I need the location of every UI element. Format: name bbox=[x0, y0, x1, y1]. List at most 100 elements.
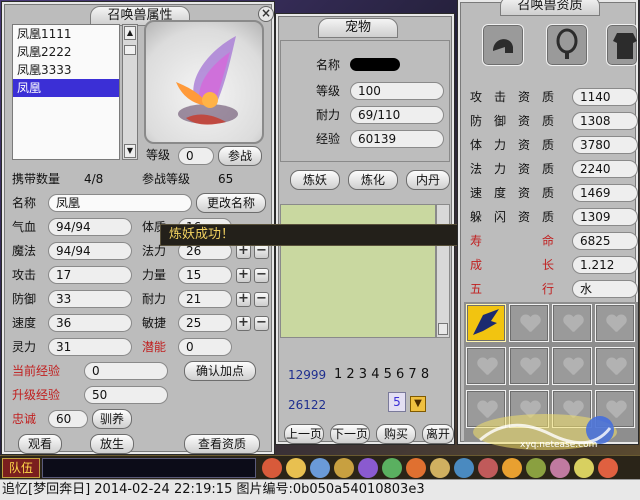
carry-count-label: 携带数量 bbox=[12, 172, 61, 186]
game-logo: xyq.netease.com bbox=[470, 410, 620, 452]
aptitude-defense-field: 1308 bbox=[572, 112, 638, 130]
empty-slot-icon bbox=[563, 358, 583, 376]
empty-slot-icon bbox=[477, 358, 497, 376]
armor-icon bbox=[613, 33, 637, 59]
page-dropdown-button[interactable]: ▼ bbox=[410, 396, 426, 412]
level-label: 等级 bbox=[146, 148, 171, 162]
aptitude-attack-label: 攻击资质 bbox=[470, 90, 567, 104]
summon-list-scrollbar[interactable]: ▲ ▼ bbox=[122, 24, 138, 160]
battle-button[interactable]: 参战 bbox=[218, 146, 262, 166]
stat-spirit-field: 31 bbox=[48, 338, 132, 356]
aptitude-magic-field: 2240 bbox=[572, 160, 638, 178]
magic-plus-button[interactable]: + bbox=[236, 244, 251, 259]
toolbar-icon[interactable] bbox=[430, 458, 450, 478]
skill-slot[interactable] bbox=[595, 347, 635, 385]
stat-mp-field: 94/94 bbox=[48, 242, 132, 260]
chat-input[interactable] bbox=[42, 458, 256, 478]
agility-plus-button[interactable]: + bbox=[236, 316, 251, 331]
toolbar-icon[interactable] bbox=[502, 458, 522, 478]
buy-button[interactable]: 购买 bbox=[376, 424, 416, 444]
stat-attack-label: 攻击 bbox=[12, 268, 37, 282]
count-value-2: 26122 bbox=[288, 398, 327, 412]
summon-aptitude-title: 召唤兽资质 bbox=[500, 0, 600, 16]
stat-defense-label: 防御 bbox=[12, 292, 37, 306]
tame-button[interactable]: 驯养 bbox=[92, 409, 132, 429]
stat-speed-field: 36 bbox=[48, 314, 132, 332]
skill-slot[interactable] bbox=[466, 304, 506, 342]
summon-list-item[interactable]: 凤凰1111 bbox=[13, 25, 119, 43]
element-field: 水 bbox=[572, 280, 638, 298]
leave-button[interactable]: 离开 bbox=[422, 424, 454, 444]
carry-count-value: 4/8 bbox=[84, 172, 104, 186]
toolbar-icon[interactable] bbox=[526, 458, 546, 478]
view-aptitude-button[interactable]: 查看资质 bbox=[184, 434, 260, 454]
toolbar-icon[interactable] bbox=[406, 458, 426, 478]
upgrade-exp-field: 50 bbox=[84, 386, 168, 404]
summon-list[interactable]: 凤凰1111 凤凰2222 凤凰3333 凤凰 bbox=[12, 24, 120, 160]
stat-speed-label: 速度 bbox=[12, 316, 37, 330]
equip-slot-helmet[interactable] bbox=[482, 24, 524, 66]
toolbar-icon[interactable] bbox=[478, 458, 498, 478]
endurance-minus-button[interactable]: − bbox=[254, 292, 269, 307]
pet-stamina-label: 耐力 bbox=[316, 108, 341, 122]
name-input[interactable]: 凤凰 bbox=[48, 194, 192, 212]
tab-refine[interactable]: 炼妖 bbox=[290, 170, 340, 190]
summon-list-item[interactable]: 凤凰3333 bbox=[13, 61, 119, 79]
confirm-points-button[interactable]: 确认加点 bbox=[184, 361, 256, 381]
aptitude-attack-field: 1140 bbox=[572, 88, 638, 106]
toolbar-icon[interactable] bbox=[310, 458, 330, 478]
toolbar-icon[interactable] bbox=[382, 458, 402, 478]
skill-slot[interactable] bbox=[595, 304, 635, 342]
skill-slot[interactable] bbox=[509, 347, 549, 385]
view-button[interactable]: 观看 bbox=[18, 434, 62, 454]
skill-slot[interactable] bbox=[509, 304, 549, 342]
growth-field: 1.212 bbox=[572, 256, 638, 274]
empty-slot-icon bbox=[606, 315, 626, 333]
battle-level-label: 参战等级 bbox=[142, 172, 191, 186]
close-icon[interactable]: × bbox=[258, 6, 274, 22]
chat-channel-badge[interactable]: 队伍 bbox=[2, 458, 40, 478]
summon-list-item[interactable]: 凤凰2222 bbox=[13, 43, 119, 61]
next-page-button[interactable]: 下一页 bbox=[330, 424, 370, 444]
toolbar-icon[interactable] bbox=[262, 458, 282, 478]
current-exp-label: 当前经验 bbox=[12, 364, 61, 378]
release-button[interactable]: 放生 bbox=[90, 434, 134, 454]
stat-endurance-field: 21 bbox=[178, 290, 232, 308]
skill-slot[interactable] bbox=[552, 347, 592, 385]
rename-button[interactable]: 更改名称 bbox=[196, 193, 266, 213]
summon-list-item-selected[interactable]: 凤凰 bbox=[13, 79, 119, 97]
status-bar-text: 追忆[梦回奔日] 2014-02-24 22:19:15 图片编号:0b050a… bbox=[2, 482, 425, 497]
equip-slot-armor[interactable] bbox=[606, 24, 638, 66]
chat-bar: 队伍 bbox=[0, 455, 640, 479]
equip-slot-necklace[interactable] bbox=[546, 24, 588, 66]
endurance-plus-button[interactable]: + bbox=[236, 292, 251, 307]
tab-smelt[interactable]: 炼化 bbox=[348, 170, 398, 190]
skill-slot[interactable] bbox=[552, 304, 592, 342]
page-number-box: 5 bbox=[388, 392, 406, 412]
toolbar-icon[interactable] bbox=[598, 458, 618, 478]
strength-plus-button[interactable]: + bbox=[236, 268, 251, 283]
toolbar-icon[interactable] bbox=[550, 458, 570, 478]
agility-minus-button[interactable]: − bbox=[254, 316, 269, 331]
watermark-text: xyq.netease.com bbox=[520, 440, 598, 450]
toolbar-icon[interactable] bbox=[334, 458, 354, 478]
tab-inner-core[interactable]: 内丹 bbox=[406, 170, 450, 190]
strength-minus-button[interactable]: − bbox=[254, 268, 269, 283]
pet-stamina-field: 69/110 bbox=[350, 106, 444, 124]
toolbar-icon[interactable] bbox=[454, 458, 474, 478]
prev-page-button[interactable]: 上一页 bbox=[284, 424, 324, 444]
stat-hp-label: 气血 bbox=[12, 220, 37, 234]
stat-agility-field: 25 bbox=[178, 314, 232, 332]
toolbar-icon[interactable] bbox=[574, 458, 594, 478]
toolbar-icon[interactable] bbox=[286, 458, 306, 478]
magic-minus-button[interactable]: − bbox=[254, 244, 269, 259]
upgrade-exp-label: 升级经验 bbox=[12, 388, 61, 402]
lifespan-field: 6825 bbox=[572, 232, 638, 250]
loyalty-field: 60 bbox=[48, 410, 88, 428]
aptitude-dodge-field: 1309 bbox=[572, 208, 638, 226]
empty-slot-icon bbox=[563, 315, 583, 333]
skill-slot[interactable] bbox=[466, 347, 506, 385]
empty-slot-icon bbox=[520, 358, 540, 376]
quick-toolbar bbox=[262, 458, 638, 478]
toolbar-icon[interactable] bbox=[358, 458, 378, 478]
